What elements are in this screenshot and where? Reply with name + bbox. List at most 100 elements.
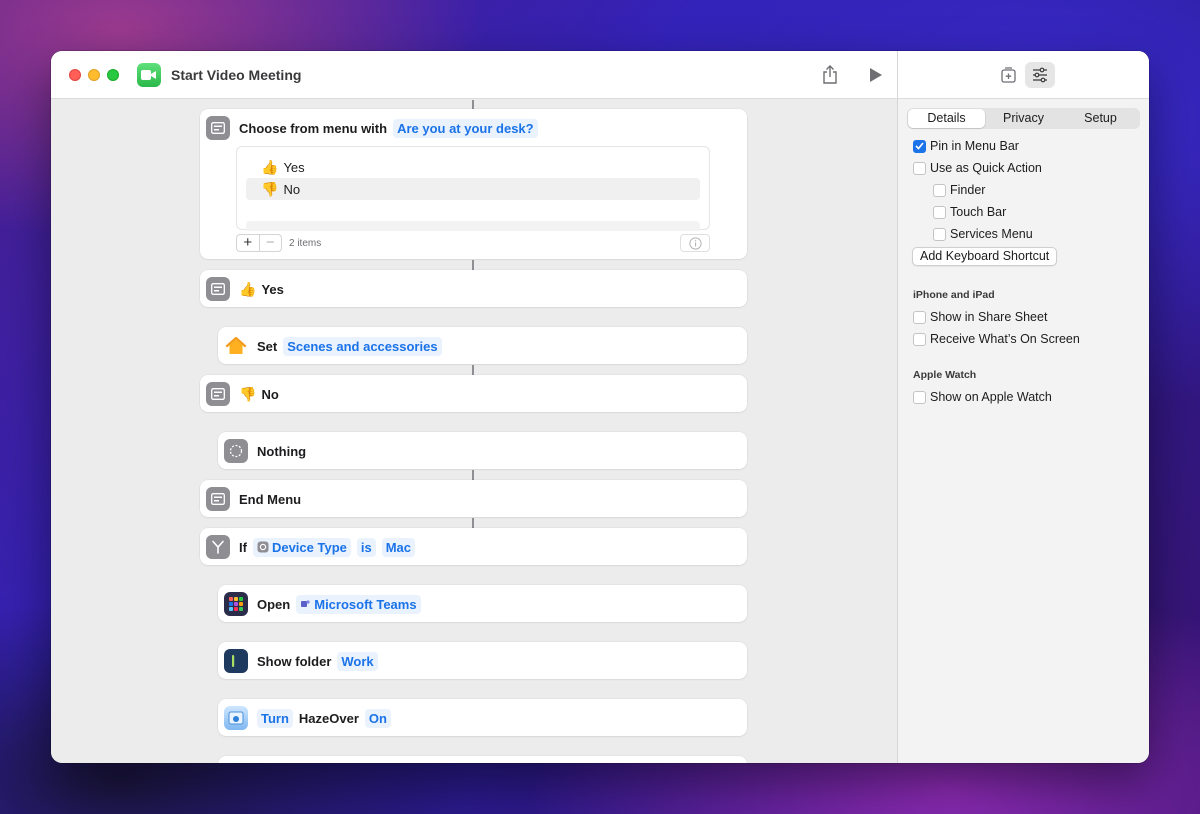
condition-is-token[interactable]: is — [356, 537, 376, 557]
next-action-partial[interactable] — [218, 756, 747, 763]
gear-icon — [257, 541, 269, 553]
menu-action-icon — [206, 277, 230, 301]
show-folder-action[interactable]: Show folder Work — [218, 642, 747, 679]
device-type-label: Device Type — [271, 539, 347, 555]
turn-hazeover-action[interactable]: Turn HazeOver On — [218, 699, 747, 736]
option-label: Show in Share Sheet — [930, 310, 1048, 324]
menu-item-label: Yes — [283, 159, 305, 175]
connector-line — [472, 260, 474, 270]
menu-case-yes[interactable]: 👍 Yes — [200, 270, 747, 307]
remove-item-button[interactable]: − — [258, 235, 282, 251]
option-label: Services Menu — [950, 227, 1033, 241]
if-action[interactable]: If Device Type is Mac — [200, 528, 747, 565]
tab-setup[interactable]: Setup — [1062, 109, 1139, 128]
add-action-icon — [1001, 67, 1016, 83]
info-icon — [688, 236, 702, 250]
menu-case-no[interactable]: 👎 No — [200, 375, 747, 412]
touch-bar-checkbox[interactable] — [933, 205, 946, 219]
shortcut-title[interactable]: Start Video Meeting — [171, 67, 301, 83]
end-menu-action[interactable]: End Menu — [200, 480, 747, 517]
share-sheet-checkbox[interactable] — [913, 310, 926, 324]
option-label: Pin in Menu Bar — [930, 139, 1019, 153]
work-folder-token[interactable]: Work — [337, 651, 378, 671]
apple-watch-option[interactable]: Show on Apple Watch — [913, 390, 1052, 404]
thumbs-up-icon: 👍 — [239, 280, 257, 297]
close-window-button[interactable] — [69, 69, 81, 81]
pin-menu-bar-option[interactable]: Pin in Menu Bar — [913, 139, 1019, 153]
shortcut-editor: Choose from menu with Are you at your de… — [51, 100, 897, 763]
apple-watch-checkbox[interactable] — [913, 390, 926, 404]
option-label: Use as Quick Action — [930, 161, 1042, 175]
teams-token[interactable]: Microsoft Teams — [296, 594, 421, 614]
zoom-window-button[interactable] — [107, 69, 119, 81]
menu-action-label: Choose from menu with — [239, 120, 388, 136]
home-icon — [224, 334, 248, 358]
set-label: Set — [257, 338, 278, 354]
nothing-action[interactable]: Nothing — [218, 432, 747, 469]
sliders-icon — [1033, 67, 1047, 83]
open-label: Open — [257, 596, 291, 612]
nothing-label: Nothing — [257, 443, 307, 459]
choose-from-menu-action[interactable]: Choose from menu with Are you at your de… — [200, 109, 747, 259]
on-token[interactable]: On — [364, 708, 391, 728]
menu-action-icon — [206, 116, 230, 140]
quick-action-checkbox[interactable] — [913, 161, 926, 175]
pin-menu-bar-checkbox[interactable] — [913, 139, 926, 153]
services-menu-checkbox[interactable] — [933, 227, 946, 241]
menu-prompt-token[interactable]: Are you at your desk? — [393, 118, 538, 138]
share-sheet-option[interactable]: Show in Share Sheet — [913, 310, 1047, 324]
tab-privacy[interactable]: Privacy — [985, 109, 1062, 128]
finder-option[interactable]: Finder — [933, 183, 985, 197]
menu-item-no[interactable]: 👎 No — [246, 178, 700, 200]
show-folder-label: Show folder — [257, 653, 332, 669]
scenes-token[interactable]: Scenes and accessories — [283, 336, 442, 356]
title-bar: Start Video Meeting — [51, 51, 897, 99]
info-button[interactable] — [680, 234, 710, 252]
menu-items-list: 👍 Yes 👎 No — [236, 146, 710, 231]
sidebar-tabs: Details Privacy Setup — [907, 108, 1140, 129]
turn-token[interactable]: Turn — [257, 708, 293, 728]
on-screen-checkbox[interactable] — [913, 332, 926, 346]
option-label: Finder — [950, 183, 986, 197]
details-toggle-button[interactable] — [1025, 62, 1055, 88]
finder-checkbox[interactable] — [933, 183, 946, 197]
quick-action-option[interactable]: Use as Quick Action — [913, 161, 1042, 175]
new-menu-item-row[interactable] — [246, 221, 700, 231]
menu-item-label: No — [283, 181, 301, 197]
sidebar-toolbar — [898, 51, 1149, 99]
on-screen-option[interactable]: Receive What’s On Screen — [913, 332, 1080, 346]
if-label: If — [239, 539, 247, 555]
device-type-token[interactable]: Device Type — [252, 537, 351, 557]
checkmark-icon — [915, 142, 924, 150]
action-library-button[interactable] — [994, 62, 1024, 88]
option-label: Show on Apple Watch — [930, 390, 1052, 404]
add-remove-control: + − — [236, 234, 282, 252]
hazeover-icon — [224, 706, 248, 730]
menu-action-icon — [206, 382, 230, 406]
add-keyboard-shortcut-button[interactable]: Add Keyboard Shortcut — [912, 247, 1058, 266]
thumbs-up-icon: 👍 — [261, 158, 279, 175]
case-label: No — [261, 386, 279, 402]
thumbs-down-icon: 👎 — [261, 180, 279, 197]
thumbs-down-icon: 👎 — [239, 385, 257, 402]
details-sidebar: Details Privacy Setup Pin in Menu Bar Us… — [897, 51, 1149, 763]
menu-item-yes[interactable]: 👍 Yes — [246, 156, 700, 178]
section-apple-watch: Apple Watch — [913, 369, 977, 381]
option-label: Touch Bar — [950, 205, 1007, 219]
teams-label: Microsoft Teams — [314, 596, 417, 612]
minimize-window-button[interactable] — [88, 69, 100, 81]
share-icon[interactable] — [821, 65, 839, 85]
set-scene-action[interactable]: Set Scenes and accessories — [218, 327, 747, 364]
mac-token[interactable]: Mac — [381, 537, 416, 557]
touch-bar-option[interactable]: Touch Bar — [933, 205, 1006, 219]
option-label: Receive What’s On Screen — [930, 332, 1080, 346]
tab-details[interactable]: Details — [908, 109, 985, 128]
open-app-action[interactable]: Open Microsoft Teams — [218, 585, 747, 622]
services-menu-option[interactable]: Services Menu — [933, 227, 1033, 241]
items-count: 2 items — [289, 238, 322, 249]
facetime-video-icon[interactable] — [137, 63, 161, 87]
add-item-button[interactable]: + — [237, 235, 259, 251]
run-icon[interactable] — [869, 67, 883, 83]
teams-icon — [301, 600, 310, 607]
app-grid-icon — [224, 592, 248, 616]
